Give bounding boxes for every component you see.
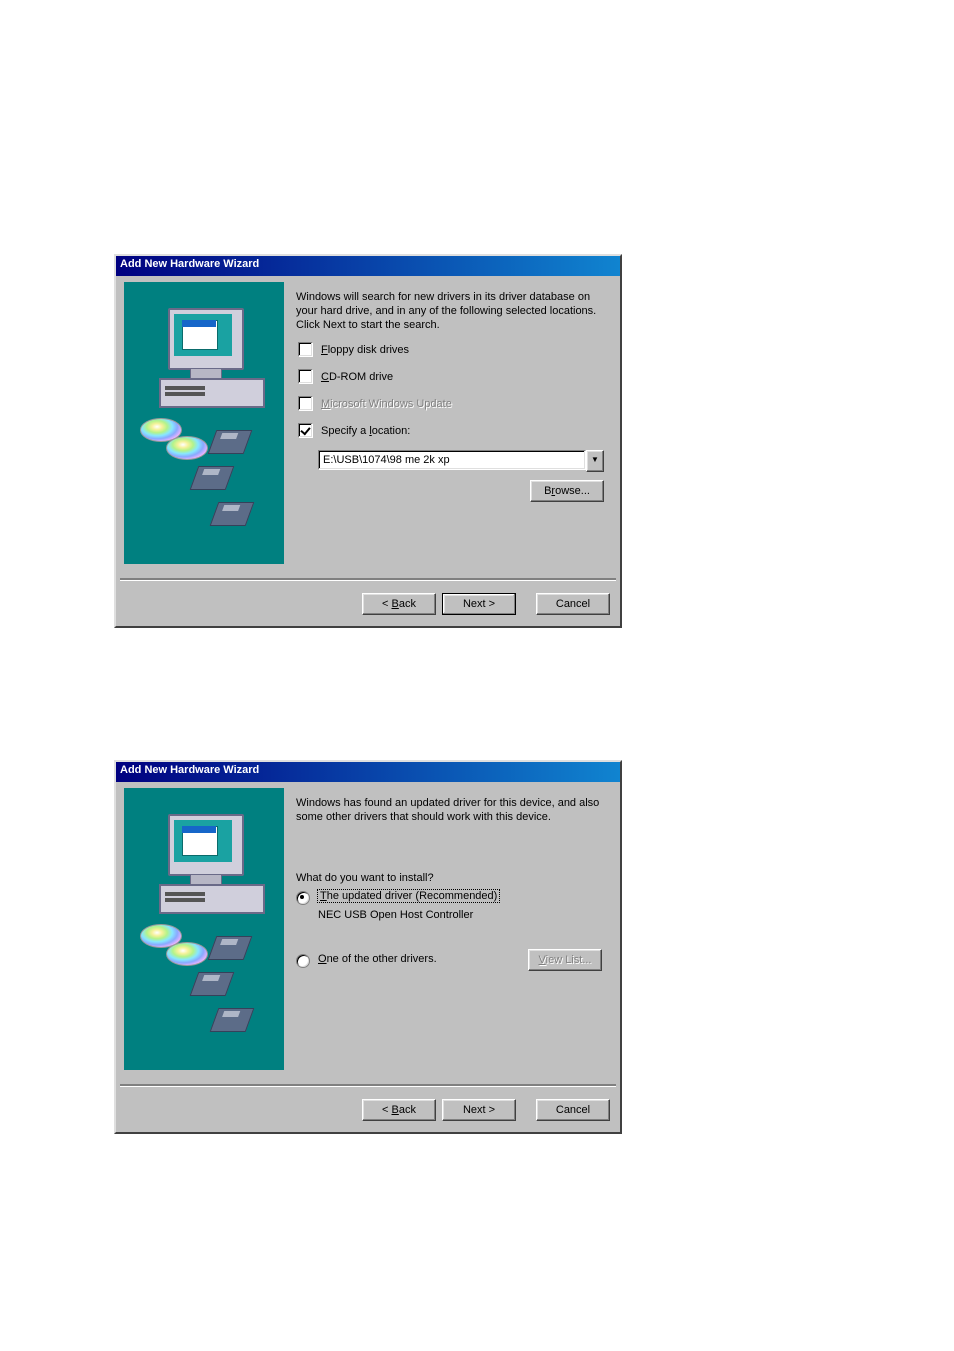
floppy-icon xyxy=(210,502,255,526)
checkbox-cdrom-drive[interactable]: CD-ROM drive xyxy=(298,369,604,384)
floppy-icon xyxy=(210,1008,255,1032)
title-bar: Add New Hardware Wizard xyxy=(116,762,620,782)
wizard-graphic xyxy=(124,788,284,1070)
next-button[interactable]: Next > xyxy=(442,593,516,615)
checkbox-label: CD-ROM drive xyxy=(321,371,393,383)
next-button[interactable]: Next > xyxy=(442,1099,516,1121)
checkbox-specify-location[interactable]: Specify a location: xyxy=(298,423,604,438)
radio-icon[interactable] xyxy=(296,954,310,968)
chevron-down-icon: ▼ xyxy=(591,455,599,464)
back-button[interactable]: < Back xyxy=(362,593,436,615)
view-list-button: View List... xyxy=(528,949,602,971)
client-area: Windows will search for new drivers in i… xyxy=(116,276,620,625)
checkbox-label: Specify a location: xyxy=(321,425,410,437)
hardware-wizard-dialog-1: Add New Hardware Wizard xyxy=(114,254,622,628)
hardware-wizard-dialog-2: Add New Hardware Wizard xyxy=(114,760,622,1134)
cancel-button[interactable]: Cancel xyxy=(536,1099,610,1121)
checkbox-label: Floppy disk drives xyxy=(321,344,409,356)
checkbox-icon xyxy=(298,396,313,411)
window-title: Add New Hardware Wizard xyxy=(120,258,259,270)
browse-button[interactable]: Browse... xyxy=(530,480,604,502)
checkbox-windows-update: Microsoft Windows Update xyxy=(298,396,604,411)
recommended-driver-name: NEC USB Open Host Controller xyxy=(318,909,604,921)
cd-icon xyxy=(166,942,208,966)
instruction-text: Windows will search for new drivers in i… xyxy=(296,290,604,332)
intro-text: Windows has found an updated driver for … xyxy=(296,796,604,824)
cd-icon xyxy=(166,436,208,460)
computer-icon xyxy=(159,378,265,408)
client-area: Windows has found an updated driver for … xyxy=(116,782,620,1131)
title-bar: Add New Hardware Wizard xyxy=(116,256,620,276)
radio-updated-driver[interactable]: The updated driver (Recommended) xyxy=(296,890,604,905)
wizard-button-bar: < Back Next > Cancel xyxy=(116,1087,620,1131)
window-title: Add New Hardware Wizard xyxy=(120,764,259,776)
back-button[interactable]: < Back xyxy=(362,1099,436,1121)
question-text: What do you want to install? xyxy=(296,872,604,884)
floppy-icon xyxy=(190,972,235,996)
location-input[interactable] xyxy=(318,450,586,470)
floppy-icon xyxy=(190,466,235,490)
dropdown-button[interactable]: ▼ xyxy=(586,450,604,472)
page: Add New Hardware Wizard xyxy=(0,0,954,1351)
checkbox-icon[interactable] xyxy=(298,369,313,384)
checkbox-icon[interactable] xyxy=(298,423,313,438)
checkbox-icon[interactable] xyxy=(298,342,313,357)
location-combobox[interactable]: ▼ xyxy=(318,450,604,472)
options-pane: Windows has found an updated driver for … xyxy=(292,782,620,1076)
floppy-icon xyxy=(208,936,253,960)
options-pane: Windows will search for new drivers in i… xyxy=(292,276,620,570)
radio-label: The updated driver (Recommended) xyxy=(318,890,499,902)
radio-label: One of the other drivers. xyxy=(318,953,437,965)
radio-icon[interactable] xyxy=(296,891,310,905)
floppy-icon xyxy=(208,430,253,454)
cancel-button[interactable]: Cancel xyxy=(536,593,610,615)
wizard-graphic xyxy=(124,282,284,564)
checkbox-floppy-drives[interactable]: Floppy disk drives xyxy=(298,342,604,357)
computer-icon xyxy=(159,884,265,914)
radio-other-drivers[interactable]: One of the other drivers. xyxy=(296,953,437,968)
checkbox-label: Microsoft Windows Update xyxy=(321,398,452,410)
wizard-button-bar: < Back Next > Cancel xyxy=(116,581,620,625)
